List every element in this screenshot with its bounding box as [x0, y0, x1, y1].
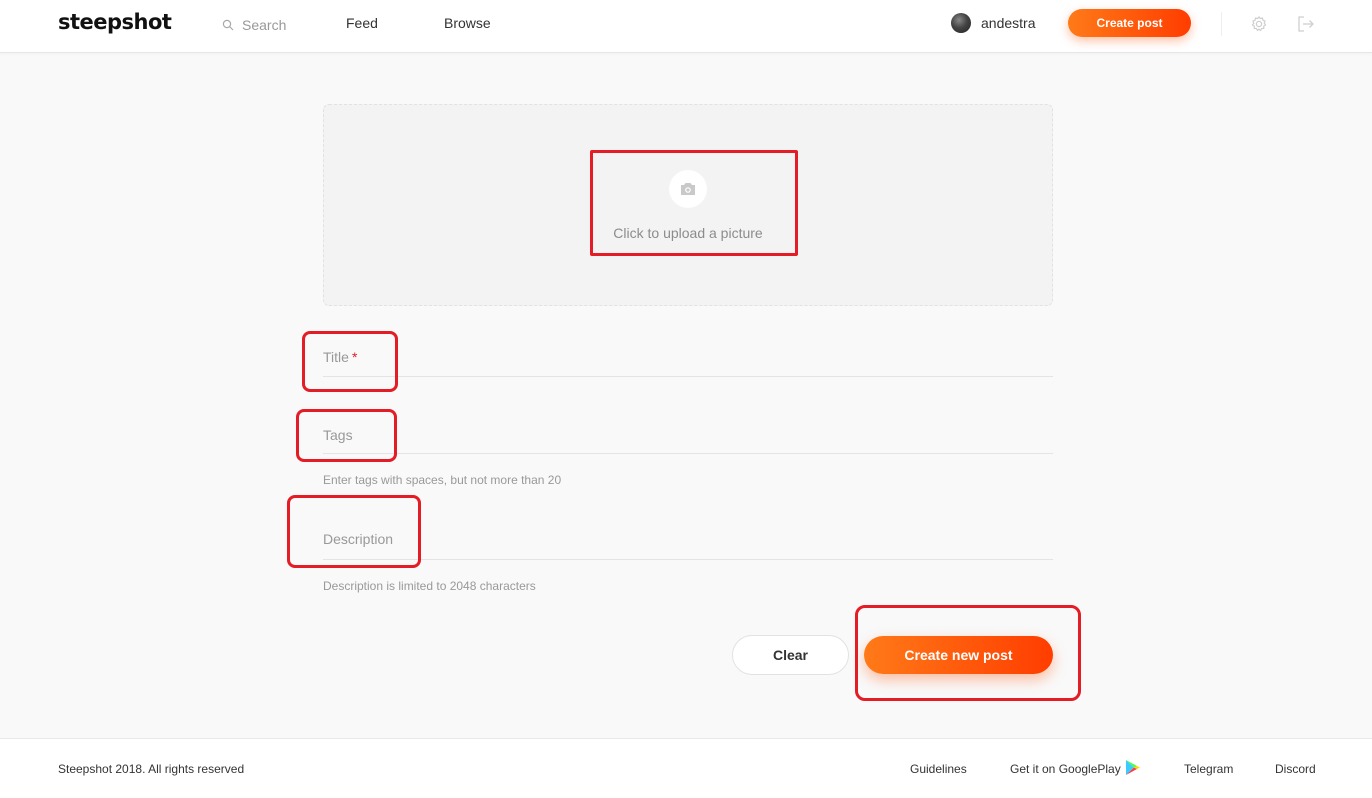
top-header: steepshot Search Feed Browse andestra Cr…: [0, 0, 1372, 53]
search-box[interactable]: Search: [222, 15, 286, 35]
search-icon: [222, 19, 234, 31]
footer-googleplay-link[interactable]: Get it on GooglePlay: [1010, 759, 1141, 779]
footer-googleplay-label: Get it on GooglePlay: [1010, 762, 1121, 776]
footer-guidelines-link[interactable]: Guidelines: [910, 762, 967, 776]
create-new-post-button[interactable]: Create new post: [864, 636, 1053, 674]
avatar: [951, 13, 971, 33]
description-input[interactable]: [323, 520, 1053, 558]
clear-button[interactable]: Clear: [732, 635, 849, 675]
tags-input[interactable]: [323, 417, 1053, 453]
title-field[interactable]: Title *: [323, 340, 1053, 377]
google-play-icon: [1125, 759, 1141, 779]
header-divider: [1221, 12, 1222, 36]
search-placeholder: Search: [242, 17, 287, 33]
footer-discord-link[interactable]: Discord: [1275, 762, 1316, 776]
logout-icon[interactable]: [1297, 15, 1315, 33]
footer: Steepshot 2018. All rights reserved Guid…: [0, 738, 1372, 798]
description-hint: Description is limited to 2048 character…: [323, 579, 536, 593]
footer-telegram-link[interactable]: Telegram: [1184, 762, 1233, 776]
description-field[interactable]: [323, 520, 1053, 560]
upload-picture-area[interactable]: Click to upload a picture: [323, 104, 1053, 306]
gear-icon[interactable]: [1250, 15, 1268, 33]
camera-icon: [669, 170, 707, 208]
user-profile-link[interactable]: andestra: [951, 13, 1035, 33]
title-input[interactable]: [323, 340, 1053, 376]
nav-browse-link[interactable]: Browse: [444, 15, 491, 31]
tags-field[interactable]: [323, 417, 1053, 454]
create-post-button[interactable]: Create post: [1068, 9, 1191, 37]
nav-feed-link[interactable]: Feed: [346, 15, 378, 31]
upload-label: Click to upload a picture: [613, 225, 763, 241]
tags-hint: Enter tags with spaces, but not more tha…: [323, 473, 562, 487]
username: andestra: [981, 15, 1036, 31]
copyright-text: Steepshot 2018. All rights reserved: [58, 762, 245, 776]
logo[interactable]: steepshot: [58, 10, 172, 34]
